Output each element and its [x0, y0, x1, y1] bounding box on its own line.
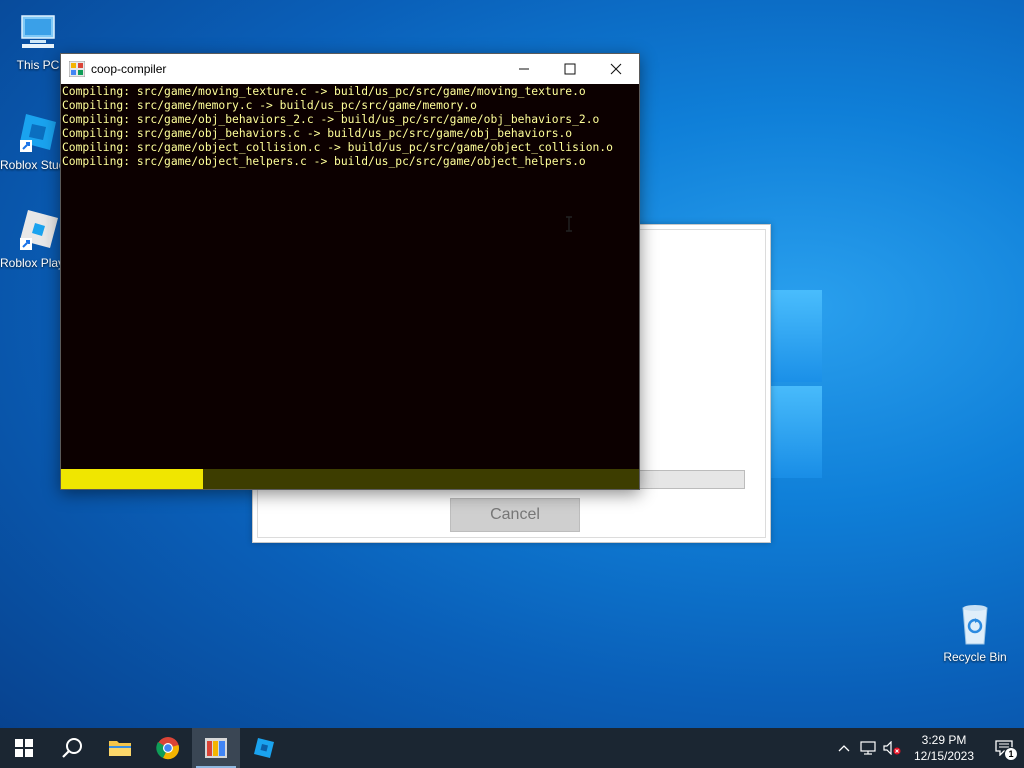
coop-compiler-taskbar-button[interactable] — [192, 728, 240, 768]
chrome-button[interactable] — [144, 728, 192, 768]
wallpaper-windows-logo — [770, 290, 822, 480]
minimize-button[interactable] — [501, 54, 547, 84]
network-button[interactable] — [856, 728, 880, 768]
clock-date: 12/15/2023 — [913, 749, 975, 763]
search-button[interactable] — [48, 728, 96, 768]
roblox-studio-icon — [16, 110, 60, 154]
system-tray: 3:29 PM 12/15/2023 1 — [832, 728, 1024, 768]
close-button[interactable] — [593, 54, 639, 84]
console-line: Compiling: src/game/object_collision.c -… — [62, 141, 613, 154]
maximize-button[interactable] — [547, 54, 593, 84]
file-explorer-icon — [109, 741, 131, 756]
title-bar[interactable]: coop-compiler — [61, 54, 639, 84]
recycle-bin-icon — [953, 602, 997, 646]
clock[interactable]: 3:29 PM 12/15/2023 — [904, 732, 984, 764]
clock-time: 3:29 PM — [921, 733, 967, 747]
start-button[interactable] — [0, 728, 48, 768]
console-line: Compiling: src/game/obj_behaviors.c -> b… — [62, 127, 573, 140]
console-line: Compiling: src/game/object_helpers.c -> … — [62, 155, 586, 168]
chrome-icon — [156, 737, 179, 760]
chevron-up-icon — [838, 745, 850, 752]
desktop-icon-label: Roblox Studio — [0, 158, 60, 172]
compile-progress-fill — [61, 469, 203, 489]
close-icon — [610, 63, 622, 75]
coop-compiler-icon — [205, 738, 227, 758]
show-hidden-icons-button[interactable] — [832, 728, 856, 768]
window-title: coop-compiler — [91, 62, 167, 76]
roblox-studio-taskbar-button[interactable] — [240, 728, 288, 768]
volume-button[interactable] — [880, 728, 904, 768]
console-line: Compiling: src/game/moving_texture.c -> … — [62, 85, 586, 98]
app-icon — [69, 61, 85, 77]
network-icon — [860, 741, 876, 755]
roblox-studio-icon — [254, 738, 274, 758]
console-line: Compiling: src/game/memory.c -> build/us… — [62, 99, 477, 112]
console-output[interactable]: Compiling: src/game/moving_texture.c -> … — [61, 84, 639, 469]
console-line: Compiling: src/game/obj_behaviors_2.c ->… — [62, 113, 600, 126]
start-icon — [15, 739, 33, 757]
roblox-player-icon — [16, 208, 60, 252]
search-icon — [62, 738, 82, 758]
computer-icon — [16, 10, 60, 54]
desktop-icon-label: Recycle Bin — [943, 650, 1007, 664]
action-center-button[interactable]: 1 — [984, 728, 1024, 768]
dialog-progress-bar — [639, 470, 745, 489]
minimize-icon — [519, 68, 529, 70]
volume-muted-icon — [883, 741, 901, 755]
maximize-icon — [564, 63, 576, 75]
taskbar: 3:29 PM 12/15/2023 1 — [0, 728, 1024, 768]
compile-progress-bar — [61, 469, 639, 489]
desktop-icon-label: Roblox Player — [0, 256, 60, 270]
notification-count-badge: 1 — [1004, 747, 1018, 761]
text-cursor-icon — [566, 216, 572, 232]
cancel-button[interactable]: Cancel — [450, 498, 580, 532]
desktop-icon-recycle-bin[interactable]: Recycle Bin — [937, 602, 1013, 664]
file-explorer-button[interactable] — [96, 728, 144, 768]
coop-compiler-window[interactable]: coop-compiler Compiling: src/game/moving… — [60, 53, 640, 490]
